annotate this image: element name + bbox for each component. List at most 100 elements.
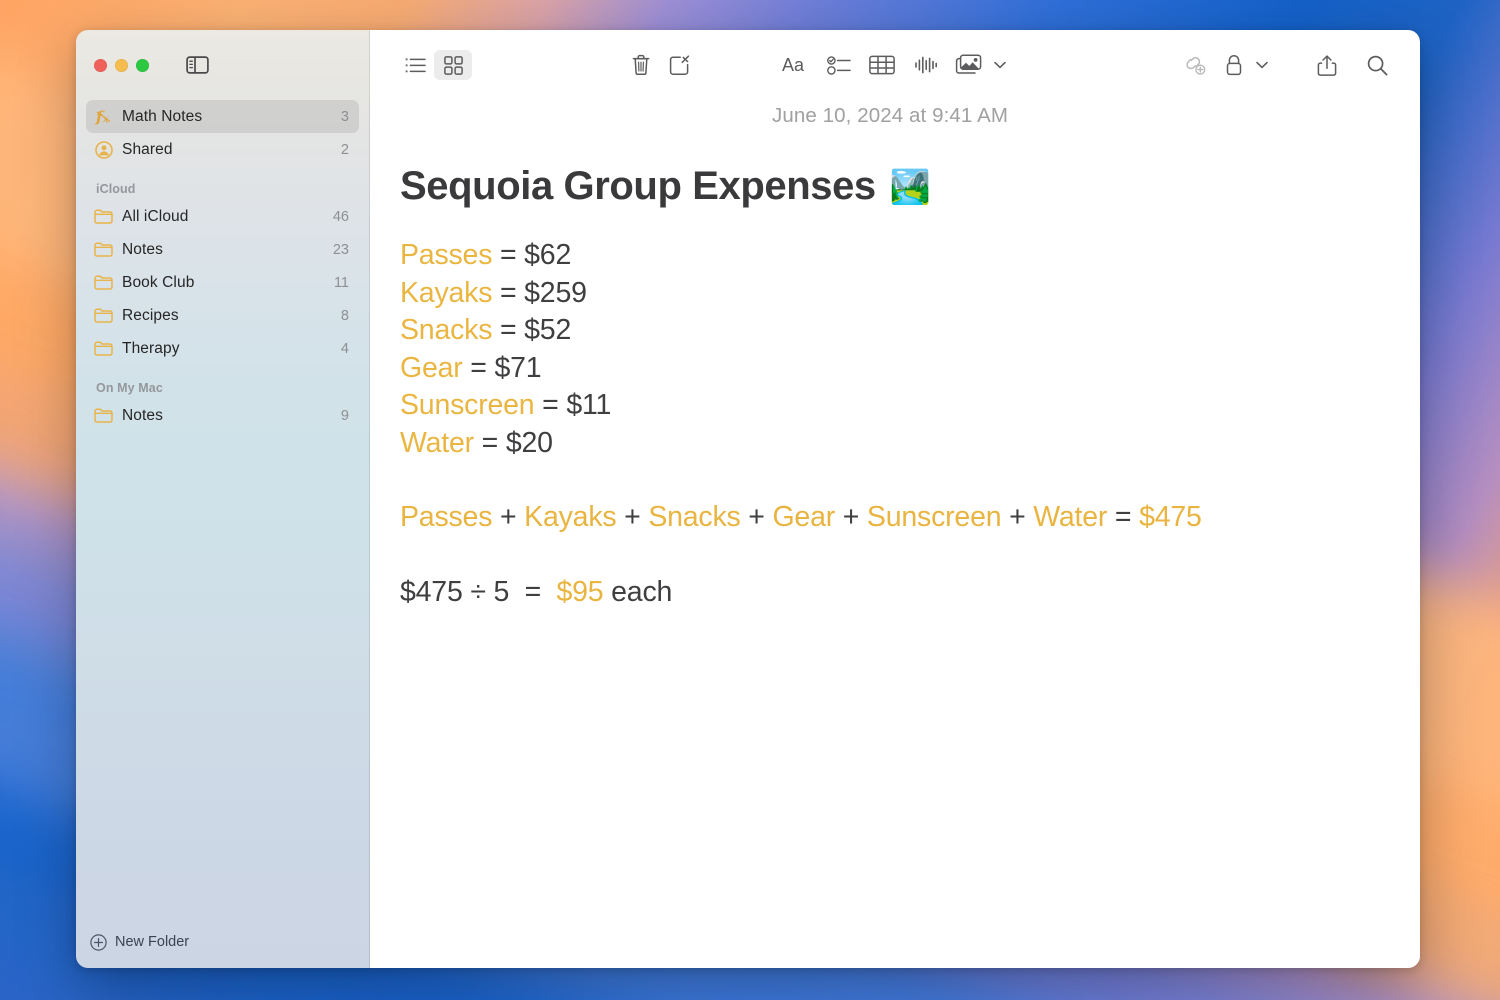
sum-term: Sunscreen [866, 501, 1002, 533]
sidebar-item-label: All iCloud [122, 207, 189, 225]
sum-line: Passes + Kayaks + Snacks + Gear + Sunscr… [400, 499, 1380, 537]
folder-icon [94, 240, 113, 259]
sidebar-item-count: 3 [340, 108, 349, 125]
format-button[interactable]: Aa [776, 50, 818, 80]
new-folder-button[interactable]: New Folder [76, 916, 369, 968]
expense-amount: $20 [505, 426, 553, 459]
split-suffix: each [603, 575, 673, 608]
shared-person-icon [94, 140, 113, 159]
sidebar-item-label: Shared [122, 140, 173, 158]
chevron-down-icon[interactable] [1254, 61, 1270, 69]
expense-name: Snacks [400, 314, 493, 346]
expense-eq: = [462, 351, 495, 384]
sum-term: Snacks [648, 501, 741, 533]
sidebar-section-header-on-my-mac: On My Mac [96, 381, 163, 395]
sidebar-item-label: Notes [122, 406, 163, 424]
close-button[interactable] [94, 58, 107, 72]
sidebar-item-notes-icloud[interactable]: Notes 23 [86, 233, 359, 266]
expense-eq: = [534, 389, 567, 421]
expense-row: Kayaks = $259 [400, 275, 1380, 313]
sidebar-item-count: 8 [340, 307, 349, 324]
expense-amount: $52 [524, 314, 572, 346]
expense-list: Passes = $62 Kayaks = $259 Snacks = $52 … [400, 237, 1380, 462]
table-button[interactable] [860, 50, 904, 80]
sum-term: Gear [772, 501, 836, 533]
expense-row: Water = $20 [400, 425, 1380, 463]
sidebar-item-count: 9 [340, 407, 349, 424]
sidebar-folder-list: ƒ x Math Notes 3 [76, 100, 369, 916]
expense-amount: $259 [524, 276, 587, 309]
search-button[interactable] [1358, 50, 1396, 80]
expense-name: Sunscreen [400, 389, 535, 421]
sidebar-item-recipes[interactable]: Recipes 8 [86, 299, 359, 332]
sidebar-item-count: 11 [333, 274, 349, 291]
folder-icon [94, 406, 113, 425]
media-button[interactable] [948, 50, 990, 80]
math-notes-icon: ƒ x [94, 107, 113, 126]
sidebar-item-label: Recipes [122, 306, 179, 324]
expense-eq: = [473, 426, 506, 459]
sum-operator: + [1001, 501, 1034, 533]
folder-icon [94, 207, 113, 226]
sum-operator: + [492, 501, 525, 533]
audio-button[interactable] [904, 50, 948, 80]
sidebar-item-math-notes[interactable]: ƒ x Math Notes 3 [86, 100, 359, 133]
note-title-text: Sequoia Group Expenses [400, 164, 876, 208]
collaborate-button[interactable] [1172, 50, 1216, 80]
sum-term: Passes [400, 501, 493, 533]
notes-app-window: ƒ x Math Notes 3 [76, 30, 1420, 968]
chevron-down-icon[interactable] [992, 61, 1008, 69]
expense-row: Snacks = $52 [400, 312, 1380, 350]
checklist-button[interactable] [818, 50, 860, 80]
sum-operator: + [835, 501, 867, 533]
gallery-view-button[interactable] [434, 50, 472, 80]
sidebar: ƒ x Math Notes 3 [76, 30, 370, 968]
sidebar-item-all-icloud[interactable]: All iCloud 46 [86, 200, 359, 233]
expense-name: Gear [400, 351, 463, 384]
split-total: $475 [400, 575, 463, 608]
split-divide: ÷ [462, 575, 494, 608]
note-pane: Aa June 10, 2024 at 9:41 AM Sequoia Grou… [370, 30, 1420, 968]
expense-amount: $11 [566, 389, 612, 421]
expense-eq: = [492, 314, 525, 346]
new-folder-label: New Folder [115, 934, 190, 950]
svg-text:Aa: Aa [782, 55, 805, 75]
lock-button[interactable] [1216, 50, 1252, 80]
sidebar-section-header-icloud: iCloud [96, 182, 136, 196]
note-title[interactable]: Sequoia Group Expenses 🏞️ [400, 164, 1380, 209]
sidebar-toggle-icon[interactable] [185, 55, 210, 75]
sum-operator: + [616, 501, 649, 533]
delete-note-button[interactable] [622, 50, 660, 80]
expense-row: Passes = $62 [400, 237, 1380, 275]
sidebar-item-therapy[interactable]: Therapy 4 [86, 332, 359, 365]
expense-eq: = [492, 276, 525, 309]
compose-note-button[interactable] [660, 50, 698, 80]
zoom-button[interactable] [136, 58, 149, 72]
sidebar-item-book-club[interactable]: Book Club 11 [86, 266, 359, 299]
sidebar-item-label: Book Club [122, 273, 195, 291]
expense-row: Gear = $71 [400, 350, 1380, 388]
toolbar: Aa [370, 30, 1420, 100]
sidebar-item-count: 46 [332, 208, 349, 225]
sum-total: $475 [1139, 501, 1202, 533]
sidebar-item-count: 23 [332, 241, 349, 258]
split-equals: = [509, 575, 557, 608]
split-line: $475 ÷ 5 = $95 each [400, 574, 1380, 612]
window-titlebar [76, 30, 369, 100]
list-view-button[interactable] [396, 50, 434, 80]
note-content[interactable]: June 10, 2024 at 9:41 AM Sequoia Group E… [370, 100, 1420, 968]
expense-amount: $62 [524, 239, 572, 271]
sidebar-item-count: 2 [340, 141, 349, 158]
sum-term: Water [1033, 501, 1108, 533]
folder-icon [94, 273, 113, 292]
sidebar-item-label: Math Notes [122, 107, 203, 125]
minimize-button[interactable] [115, 58, 128, 72]
split-per-person: $95 [556, 575, 604, 608]
sidebar-item-shared[interactable]: Shared 2 [86, 133, 359, 166]
sidebar-item-count: 4 [340, 340, 349, 357]
share-button[interactable] [1308, 50, 1346, 80]
plus-circle-icon [90, 933, 107, 951]
expense-row: Sunscreen = $11 [400, 387, 1380, 425]
sidebar-item-notes-local[interactable]: Notes 9 [86, 399, 359, 432]
landscape-emoji: 🏞️ [889, 168, 931, 205]
